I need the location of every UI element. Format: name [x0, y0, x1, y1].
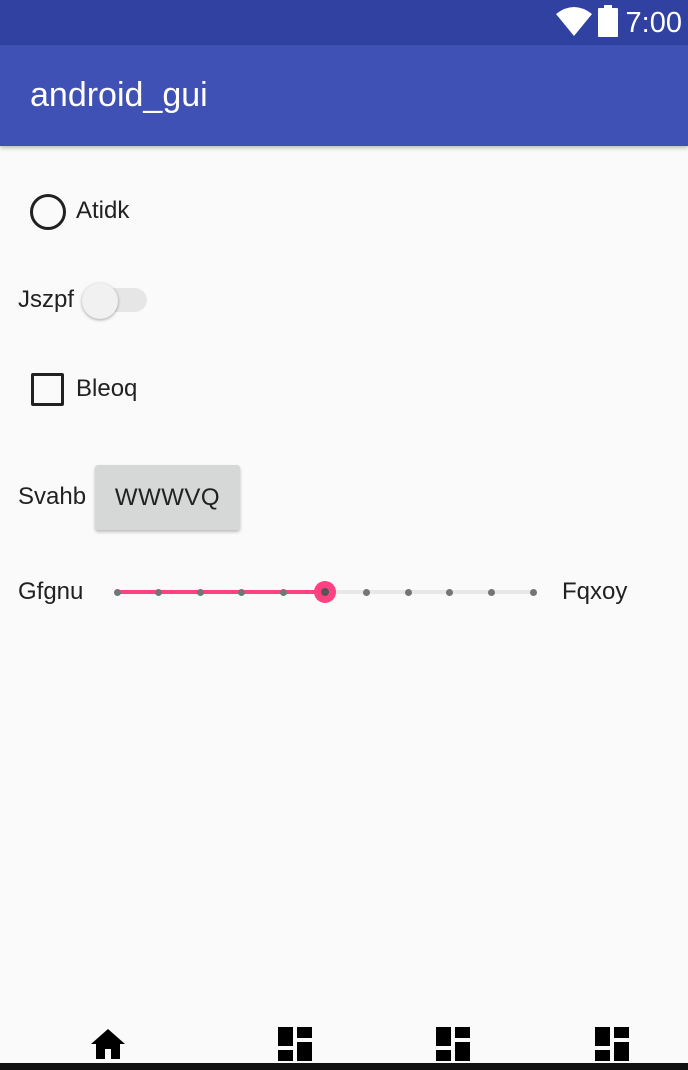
seekbar-tick [363, 589, 371, 596]
home-icon[interactable] [90, 1027, 126, 1064]
radio-button[interactable] [30, 194, 66, 230]
seekbar-tick [404, 589, 412, 596]
seekbar-thumb[interactable] [314, 581, 336, 603]
seekbar-tick [487, 589, 495, 596]
app-title: android_gui [30, 76, 208, 114]
status-icons: 7:00 [555, 4, 682, 42]
seekbar-tick [196, 589, 204, 596]
seekbar-left-label: Gfgnu [18, 578, 84, 605]
status-bar: 7:00 [0, 0, 688, 45]
seekbar-tick [155, 589, 163, 596]
checkbox[interactable] [31, 373, 64, 406]
wwwvq-button[interactable]: WWWVQ [95, 465, 240, 530]
dashboard-icon[interactable] [278, 1027, 312, 1066]
seekbar-tick [446, 589, 454, 596]
battery-icon [597, 4, 618, 42]
status-time: 7:00 [625, 6, 682, 39]
bottom-bar [0, 1063, 688, 1070]
app-bar: android_gui [0, 45, 688, 146]
seekbar-tick [113, 589, 121, 596]
switch-thumb[interactable] [82, 283, 118, 319]
seekbar-progress [117, 590, 325, 594]
seekbar-tick [279, 589, 287, 596]
seekbar-right-label: Fqxoy [562, 578, 628, 605]
seekbar-thumb-dot [321, 588, 329, 596]
dashboard-icon[interactable] [436, 1027, 470, 1066]
wifi-icon [555, 6, 592, 41]
dashboard-icon[interactable] [595, 1027, 629, 1066]
button-row-label: Svahb [18, 483, 87, 510]
switch-label: Jszpf [18, 286, 75, 313]
seekbar-tick [238, 589, 246, 596]
seekbar-tick [529, 589, 537, 596]
checkbox-label[interactable]: Bleoq [76, 375, 137, 403]
radio-label[interactable]: Atidk [76, 197, 129, 225]
